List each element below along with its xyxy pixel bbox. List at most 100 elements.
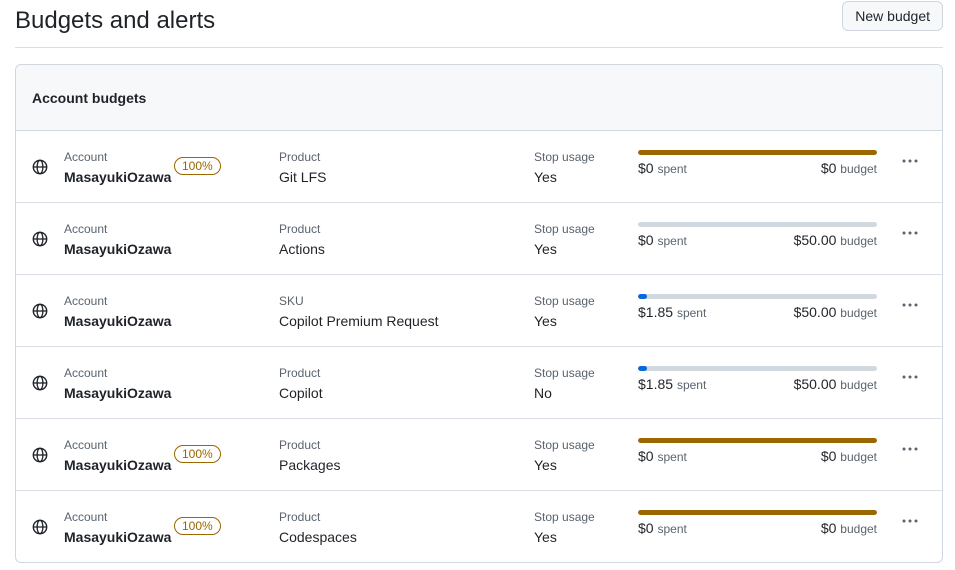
progress-track [638,294,877,299]
usage-badge: 100% [174,517,221,535]
budget-suffix: budget [840,450,877,464]
kebab-horizontal-icon [902,519,918,523]
stop-usage-value: Yes [534,529,557,545]
budget-row: Account MasayukiOzawa SKU Copilot Premiu… [16,275,942,347]
product-column: Product Codespaces [279,510,357,546]
kebab-horizontal-icon [902,303,918,307]
stop-usage-column: Stop usage Yes [534,294,595,330]
row-actions-button[interactable] [898,369,922,385]
budget-amounts: $1.85 spent $50.00 budget [638,375,877,394]
globe-icon [32,375,48,391]
budget-amount: $0 budget [821,447,877,466]
budget-suffix: budget [840,306,877,320]
row-actions-button[interactable] [898,513,922,529]
spent-value: $0 [638,160,654,176]
progress-fill [638,150,877,155]
budget-suffix: budget [840,522,877,536]
type-label: Product [279,222,321,236]
spent-value: $1.85 [638,304,674,320]
globe-icon [32,303,48,319]
budget-amount: $50.00 budget [794,375,877,394]
stop-usage-value: No [534,385,552,401]
budget-value: $0 [820,448,837,464]
scope-label: Account [64,294,108,308]
scope-label: Account [64,222,108,236]
spent-suffix: spent [676,378,707,392]
row-actions-button[interactable] [898,225,922,241]
spent-value: $1.85 [638,376,674,392]
budget-value: $0 [820,520,837,536]
progress-fill [638,294,647,299]
new-budget-button[interactable]: New budget [842,1,943,31]
type-value: Actions [279,241,325,257]
budget-row: Account MasayukiOzawa Product Copilot St… [16,347,942,419]
account-column: Account MasayukiOzawa [64,366,171,402]
product-column: SKU Copilot Premium Request [279,294,439,330]
product-column: Product Actions [279,222,325,258]
stop-usage-column: Stop usage Yes [534,510,595,546]
product-column: Product Copilot [279,366,323,402]
stop-usage-value: Yes [534,169,557,185]
spent-suffix: spent [657,522,687,536]
budget-row: Account MasayukiOzawa 100% Product Packa… [16,419,942,491]
scope-label: Account [64,438,108,452]
progress-fill [638,366,647,371]
progress-fill [638,438,877,443]
budget-amounts: $1.85 spent $50.00 budget [638,303,877,322]
row-actions-button[interactable] [898,441,922,457]
kebab-horizontal-icon [902,375,918,379]
account-column: Account MasayukiOzawa [64,438,171,474]
spent-amount: $1.85 spent [638,375,706,394]
kebab-horizontal-icon [902,231,918,235]
budget-progress: $0 spent $0 budget [638,510,877,538]
progress-fill [638,510,877,515]
stop-usage-label: Stop usage [534,366,595,380]
stop-usage-value: Yes [534,457,557,473]
account-name: MasayukiOzawa [64,385,172,401]
budget-row: Account MasayukiOzawa Product Actions St… [16,203,942,275]
row-actions-button[interactable] [898,297,922,313]
account-budgets-box: Account budgets Account MasayukiOzawa 10… [15,64,943,563]
spent-suffix: spent [657,234,687,248]
spent-amount: $1.85 spent [638,303,706,322]
type-label: Product [279,510,321,524]
account-budgets-heading: Account budgets [16,65,942,131]
row-actions-button[interactable] [898,153,922,169]
budget-suffix: budget [840,162,877,176]
budget-row: Account MasayukiOzawa 100% Product Git L… [16,131,942,203]
stop-usage-column: Stop usage Yes [534,438,595,474]
progress-track [638,510,877,515]
account-name: MasayukiOzawa [64,169,172,185]
scope-label: Account [64,510,108,524]
budget-suffix: budget [840,378,877,392]
budget-amounts: $0 spent $50.00 budget [638,231,877,250]
kebab-horizontal-icon [902,159,918,163]
type-value: Git LFS [279,169,327,185]
stop-usage-value: Yes [534,313,557,329]
budget-amount: $50.00 budget [794,303,877,322]
product-column: Product Packages [279,438,340,474]
budget-amounts: $0 spent $0 budget [638,159,877,178]
type-value: Packages [279,457,341,473]
stop-usage-value: Yes [534,241,557,257]
stop-usage-column: Stop usage Yes [534,222,595,258]
spent-amount: $0 spent [638,519,687,538]
stop-usage-column: Stop usage Yes [534,150,595,186]
stop-usage-label: Stop usage [534,150,595,164]
page-header: Budgets and alerts New budget [15,0,943,48]
spent-value: $0 [638,448,654,464]
type-label: Product [279,438,321,452]
usage-badge: 100% [174,157,221,175]
account-column: Account MasayukiOzawa [64,294,171,330]
account-name: MasayukiOzawa [64,241,172,257]
budget-progress: $1.85 spent $50.00 budget [638,366,877,394]
progress-track [638,150,877,155]
budget-amounts: $0 spent $0 budget [638,519,877,538]
page-title: Budgets and alerts [15,7,216,34]
account-name: MasayukiOzawa [64,313,172,329]
globe-icon [32,159,48,175]
progress-track [638,222,877,227]
budget-value: $50.00 [793,376,837,392]
account-column: Account MasayukiOzawa [64,150,171,186]
usage-badge: 100% [174,445,221,463]
